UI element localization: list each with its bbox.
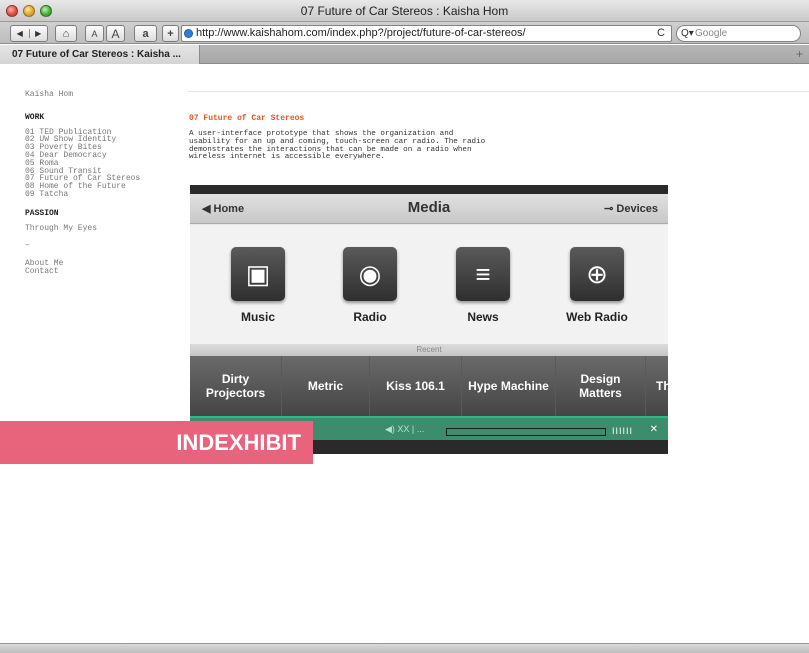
player-volume: ◀) XX | ... xyxy=(385,424,425,434)
screenshot-devices: ⊸ Devices xyxy=(604,203,658,215)
recent-item: Design Matters xyxy=(556,356,646,416)
app-news: ≡ News xyxy=(433,247,533,324)
sidebar-separator: – xyxy=(25,241,30,251)
other-list: About Me Contact xyxy=(25,260,140,276)
devices-icon: ⊸ xyxy=(604,203,617,215)
tab-bar: 07 Future of Car Stereos : Kaisha ... + xyxy=(0,45,809,64)
app-label: Web Radio xyxy=(566,310,628,324)
reload-icon[interactable]: C xyxy=(657,26,665,41)
screenshot-navbar: ◀ Home Media ⊸ Devices xyxy=(190,194,668,224)
search-placeholder: Google xyxy=(695,28,728,39)
screenshot-title: Media xyxy=(407,199,451,216)
passion-heading: PASSION xyxy=(25,208,59,218)
passion-item[interactable]: Through My Eyes xyxy=(25,224,140,233)
document-icon: ≡ xyxy=(456,247,510,301)
recent-list: Dirty Projectors Metric Kiss 106.1 Hype M… xyxy=(190,356,668,416)
home-button[interactable]: ⌂ xyxy=(55,25,77,42)
work-list: 01 TED Publication 02 UW Show Identity 0… xyxy=(25,128,140,199)
recent-item: Kiss 106.1 xyxy=(370,356,462,416)
font-larger-button[interactable]: A xyxy=(106,25,125,42)
app-music: ▣ Music xyxy=(208,247,308,324)
tab-active[interactable]: 07 Future of Car Stereos : Kaisha ... xyxy=(0,45,200,64)
window-titlebar: 07 Future of Car Stereos : Kaisha Hom xyxy=(0,0,809,22)
new-tab-button[interactable]: + xyxy=(796,47,803,61)
wifi-icon: ◉ xyxy=(343,247,397,301)
recent-item: Metric xyxy=(282,356,370,416)
work-item-tatcha[interactable]: 09 Tatcha xyxy=(25,191,140,199)
status-bar xyxy=(0,643,809,653)
recent-item: Th xyxy=(656,379,668,393)
back-button[interactable]: ◀ xyxy=(11,29,30,38)
site-name-link[interactable]: Kaisha Hom xyxy=(25,91,140,99)
project-screenshot: ◀ Home Media ⊸ Devices ▣ Music ◉ Radio ≡ Ne… xyxy=(190,185,668,454)
player-level-icon: IIIIII xyxy=(612,426,634,436)
app-label: Music xyxy=(240,310,275,324)
work-heading: WORK xyxy=(25,112,45,122)
recent-bar: Recent xyxy=(190,344,668,356)
ipod-icon: ▣ xyxy=(231,247,285,301)
window-title: 07 Future of Car Stereos : Kaisha Hom xyxy=(300,4,509,18)
app-label: Radio xyxy=(353,310,387,324)
indexhibit-badge[interactable]: INDEXHIBIT xyxy=(0,421,313,464)
player-progress xyxy=(446,428,606,436)
header-divider xyxy=(188,91,809,92)
screenshot-top-border xyxy=(190,185,668,194)
project-title: 07 Future of Car Stereos xyxy=(189,114,305,123)
back-forward-buttons: ◀ ▶ xyxy=(10,25,48,42)
amazon-button[interactable]: a xyxy=(134,25,157,42)
web-page: Kaisha Hom WORK 01 TED Publication 02 UW… xyxy=(0,64,809,643)
search-input[interactable]: Q▾ Google xyxy=(676,25,801,42)
url-text: http://www.kaishahom.com/index.php?/proj… xyxy=(196,27,526,39)
recent-item: Hype Machine xyxy=(462,356,556,416)
add-bookmark-button[interactable]: + xyxy=(162,25,179,42)
browser-toolbar: ◀ ▶ ⌂ A A a + http://www.kaishahom.com/i… xyxy=(0,22,809,44)
app-label: News xyxy=(467,310,499,324)
recent-item: Dirty Projectors xyxy=(190,356,282,416)
expand-icon: ✕ xyxy=(649,424,658,435)
screenshot-app-grid: ▣ Music ◉ Radio ≡ News ⊕ Web Radio xyxy=(190,225,668,345)
search-icon: Q▾ xyxy=(681,28,694,39)
passion-list: Through My Eyes xyxy=(25,224,140,233)
project-description: A user-interface prototype that shows th… xyxy=(189,130,486,162)
app-web-radio: ⊕ Web Radio xyxy=(547,247,647,324)
globe-icon: ⊕ xyxy=(570,247,624,301)
globe-icon xyxy=(184,29,193,38)
app-radio: ◉ Radio xyxy=(320,247,420,324)
site-sidebar: Kaisha Hom WORK 01 TED Publication 02 UW… xyxy=(25,91,140,276)
forward-button[interactable]: ▶ xyxy=(30,29,48,38)
contact-link[interactable]: Contact xyxy=(25,268,140,276)
address-bar[interactable]: http://www.kaishahom.com/index.php?/proj… xyxy=(181,25,672,42)
home-icon: ⌂ xyxy=(62,27,70,40)
font-smaller-button[interactable]: A xyxy=(85,25,104,42)
